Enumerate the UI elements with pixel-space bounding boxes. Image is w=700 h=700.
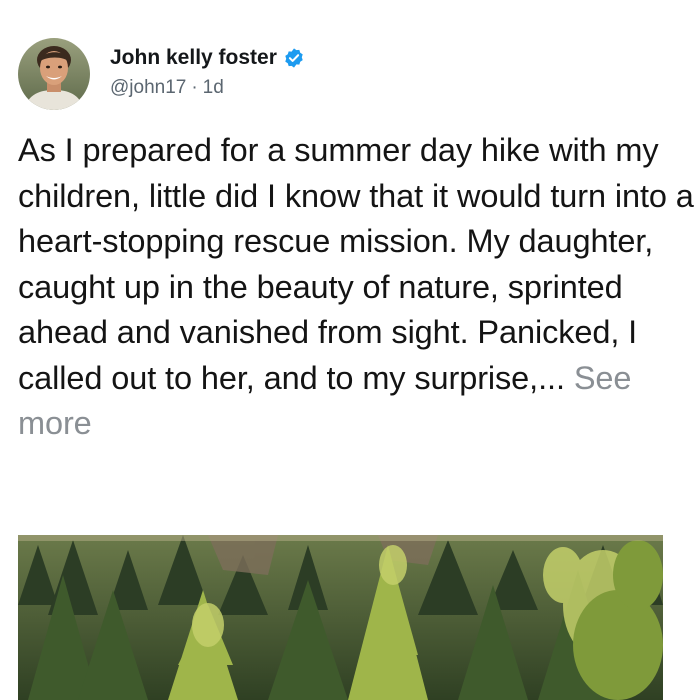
post-meta: @john17 · 1d [110,77,305,99]
author-info: John kelly foster @john17 · 1d [110,43,305,99]
post-image[interactable] [18,535,663,700]
post-text: As I prepared for a summer day hike with… [18,128,694,447]
post-timestamp[interactable]: 1d [203,77,224,99]
post-header: John kelly foster @john17 · 1d [18,38,305,110]
forest-photo [18,535,663,700]
author-name-row: John kelly foster [110,43,305,73]
post-card: John kelly foster @john17 · 1d As I prep… [0,0,700,700]
avatar[interactable] [18,38,90,110]
post-text-content: As I prepared for a summer day hike with… [18,132,694,396]
author-handle[interactable]: @john17 [110,77,186,99]
meta-separator: · [191,77,198,98]
author-name[interactable]: John kelly foster [110,46,277,70]
avatar-image [18,38,90,110]
verified-badge-icon [283,47,305,69]
